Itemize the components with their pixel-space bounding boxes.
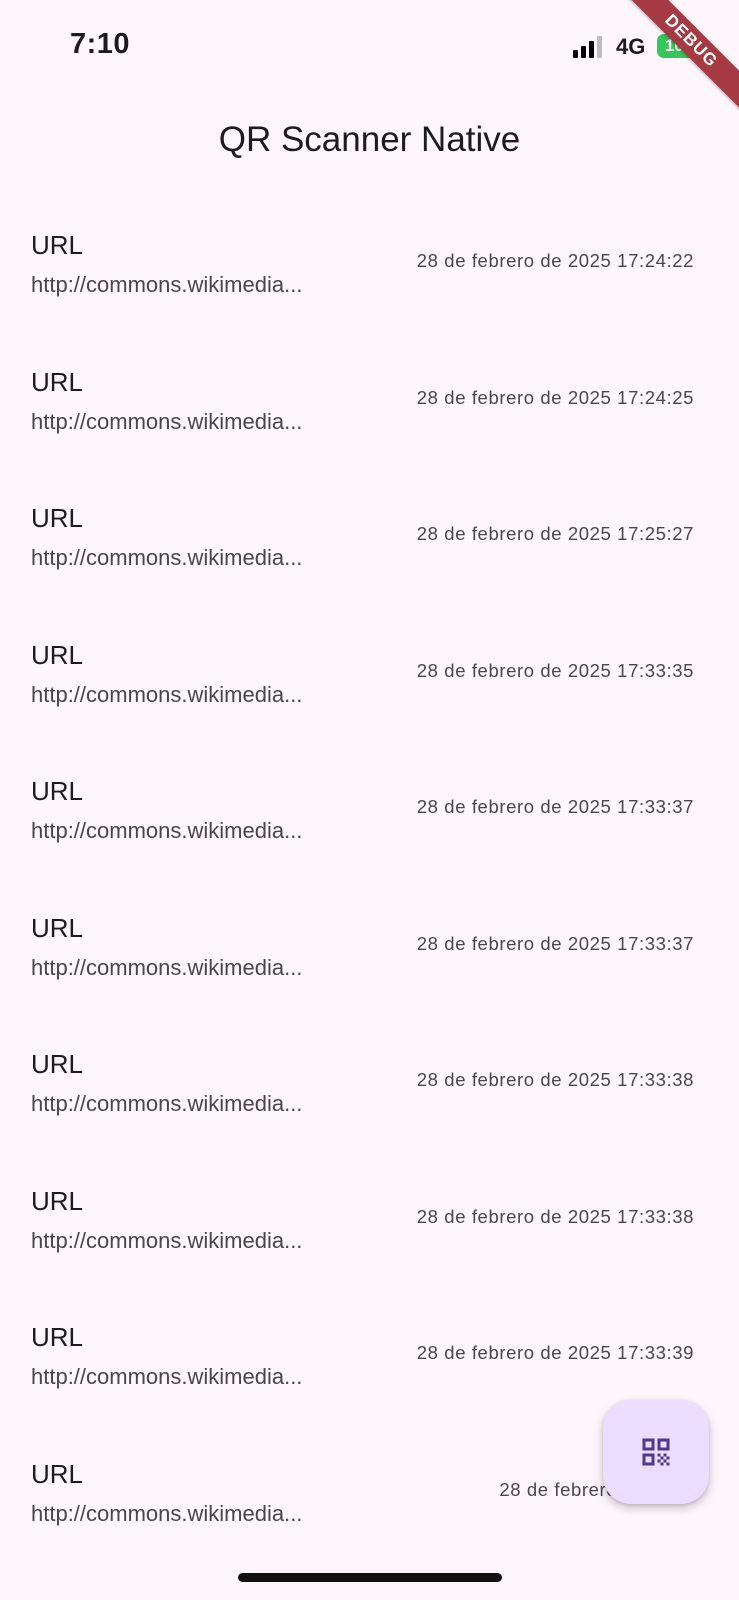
scan-date: 28 de febrero de 2025 17:24:22 — [416, 250, 694, 271]
scan-date: 28 de febrero de 2025 17:33:37 — [416, 932, 694, 954]
list-item[interactable]: URL http://commons.wikimedia... 28 de fe… — [0, 1148, 739, 1285]
list-item[interactable]: URL http://commons.wikimedia... 28 de fe… — [0, 192, 739, 329]
page-title: QR Scanner Native — [218, 120, 521, 159]
scan-type: URL — [31, 639, 84, 670]
status-time: 7:10 — [70, 28, 131, 60]
scan-date: 28 de febrero de 2025 17:33:38 — [416, 1069, 694, 1090]
list-item[interactable]: URL http://commons.wikimedia... 28 de fe… — [0, 875, 739, 1012]
scan-type: URL — [31, 1049, 84, 1079]
home-indicator[interactable] — [238, 1573, 502, 1582]
scan-date: 28 de febrero de 2025 17:33:38 — [416, 1205, 694, 1227]
scan-value: http://commons.wikimedia... — [31, 818, 303, 843]
scan-value: http://commons.wikimedia... — [31, 1364, 303, 1389]
scan-date: 28 de febrero de 2025 17:25:27 — [416, 523, 694, 544]
scan-value: http://commons.wikimedia... — [31, 545, 303, 570]
list-item[interactable]: URL http://commons.wikimedia... 28 de fe… — [0, 738, 739, 875]
qr-code-icon — [642, 1438, 670, 1466]
scan-date: 28 de febrero de 2025 17:33:37 — [416, 796, 694, 817]
list-item[interactable]: URL http://commons.wikimedia... 28 de fe… — [0, 1011, 739, 1148]
signal-bars-icon — [573, 36, 602, 58]
scan-value: http://commons.wikimedia... — [31, 1091, 303, 1116]
scan-value: http://commons.wikimedia... — [31, 681, 303, 707]
scan-date: 28 de febrero de 2025 17:33:35 — [416, 659, 694, 681]
scan-value: http://commons.wikimedia... — [31, 272, 303, 297]
scan-type: URL — [31, 230, 84, 260]
scan-type: URL — [31, 366, 84, 397]
network-type: 4G — [616, 34, 646, 59]
scan-date: 28 de febrero de 2025 17:24:25 — [416, 386, 694, 408]
scan-type: URL — [31, 1458, 84, 1489]
status-bar: 7:10 4G 100 — [0, 0, 739, 96]
scan-value: http://commons.wikimedia... — [31, 954, 303, 980]
list-item[interactable]: URL http://commons.wikimedia... 28 de fe… — [0, 465, 739, 602]
scan-type: URL — [31, 1185, 84, 1216]
scan-value: http://commons.wikimedia... — [31, 1500, 303, 1526]
scan-history-list: URL http://commons.wikimedia... 28 de fe… — [0, 192, 739, 1557]
list-item[interactable]: URL http://commons.wikimedia... 28 de fe… — [0, 602, 739, 739]
scan-qr-button[interactable] — [603, 1400, 709, 1504]
scan-type: URL — [31, 776, 84, 806]
scan-type: URL — [31, 503, 84, 533]
scan-date: 28 de febrero de 2025 17:33:39 — [416, 1342, 694, 1363]
scan-value: http://commons.wikimedia... — [31, 1227, 303, 1253]
list-item[interactable]: URL http://commons.wikimedia... 28 de fe… — [0, 329, 739, 466]
app-bar: QR Scanner Native — [0, 96, 739, 188]
scan-value: http://commons.wikimedia... — [31, 408, 303, 434]
scan-type: URL — [31, 1322, 84, 1352]
scan-type: URL — [31, 912, 84, 943]
